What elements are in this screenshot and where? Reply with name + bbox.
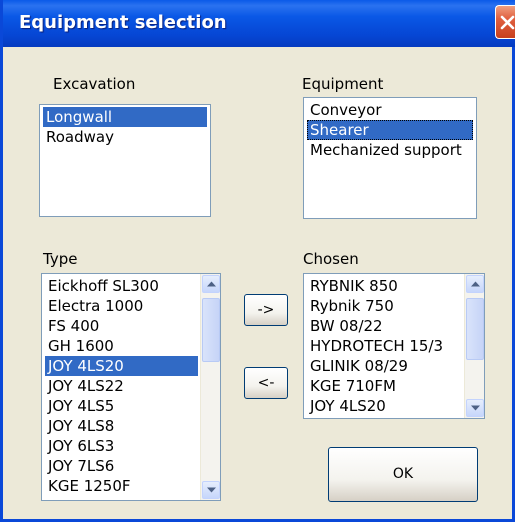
excavation-list-item[interactable]: Longwall (43, 107, 207, 127)
type-scrollbar[interactable] (200, 274, 220, 500)
chosen-list-item[interactable]: HYDROTECH 15/3 (307, 336, 462, 356)
chosen-scroll-up-button[interactable] (466, 275, 484, 293)
chosen-list-item[interactable]: RYBNIK 850 (307, 276, 462, 296)
scroll-up-arrow-icon (471, 281, 480, 287)
scroll-down-arrow-icon (471, 405, 480, 411)
chosen-list-item[interactable]: GLINIK 08/29 (307, 356, 462, 376)
chosen-list-item[interactable]: JOY 4LS20 (307, 396, 462, 416)
type-list-item[interactable]: JOY 6LS3 (45, 436, 198, 456)
equipment-list-item[interactable]: Mechanized support (307, 140, 473, 160)
type-list-item[interactable]: JOY 4LS5 (45, 396, 198, 416)
chosen-list-item[interactable]: Rybnik 750 (307, 296, 462, 316)
type-list-item[interactable]: GH 1600 (45, 336, 198, 356)
equipment-label: Equipment (302, 75, 384, 93)
chosen-list-item[interactable]: BW 08/22 (307, 316, 462, 336)
equipment-list-item[interactable]: Shearer (307, 120, 473, 140)
scroll-up-arrow-icon (207, 281, 216, 287)
chosen-list-item[interactable]: KGE 710FM (307, 376, 462, 396)
type-list-item[interactable]: Eickhoff SL300 (45, 276, 198, 296)
ok-button[interactable]: OK (328, 447, 478, 502)
remove-from-chosen-button[interactable]: <- (244, 367, 288, 399)
type-list-item[interactable]: JOY 7LS6 (45, 456, 198, 476)
excavation-listbox[interactable]: Longwall Roadway (39, 104, 211, 217)
chosen-scroll-thumb[interactable] (466, 298, 484, 360)
excavation-list-item[interactable]: Roadway (43, 127, 207, 147)
chosen-label: Chosen (303, 250, 359, 268)
add-to-chosen-button[interactable]: -> (244, 294, 288, 326)
chosen-scroll-down-button[interactable] (466, 399, 484, 417)
excavation-label: Excavation (53, 75, 136, 93)
type-label: Type (43, 250, 78, 268)
type-list-item[interactable]: FS 400 (45, 316, 198, 336)
type-list-item[interactable]: Electra 1000 (45, 296, 198, 316)
type-scroll-thumb[interactable] (202, 298, 220, 362)
close-icon (500, 15, 515, 30)
type-list-item[interactable]: JOY 4LS8 (45, 416, 198, 436)
window-title: Equipment selection (19, 12, 227, 33)
type-scroll-up-button[interactable] (202, 275, 220, 293)
close-button[interactable] (495, 5, 515, 39)
equipment-list-item[interactable]: Conveyor (307, 100, 473, 120)
equipment-listbox[interactable]: Conveyor Shearer Mechanized support (303, 97, 477, 219)
title-bar[interactable]: Equipment selection (3, 0, 515, 47)
scroll-down-arrow-icon (207, 487, 216, 493)
type-list-item[interactable]: JOY 4LS20 (45, 356, 198, 376)
equipment-selection-dialog: Equipment selection Excavation Longwall R… (0, 0, 515, 522)
type-listbox[interactable]: Eickhoff SL300 Electra 1000 FS 400 GH 1600 J… (41, 273, 221, 501)
type-list-item[interactable]: JOY 4LS22 (45, 376, 198, 396)
chosen-scrollbar[interactable] (464, 274, 484, 418)
type-list-item[interactable]: KGE 1250F (45, 476, 198, 496)
chosen-listbox[interactable]: RYBNIK 850 Rybnik 750 BW 08/22 HYDROTECH 15… (303, 273, 485, 419)
type-scroll-down-button[interactable] (202, 481, 220, 499)
